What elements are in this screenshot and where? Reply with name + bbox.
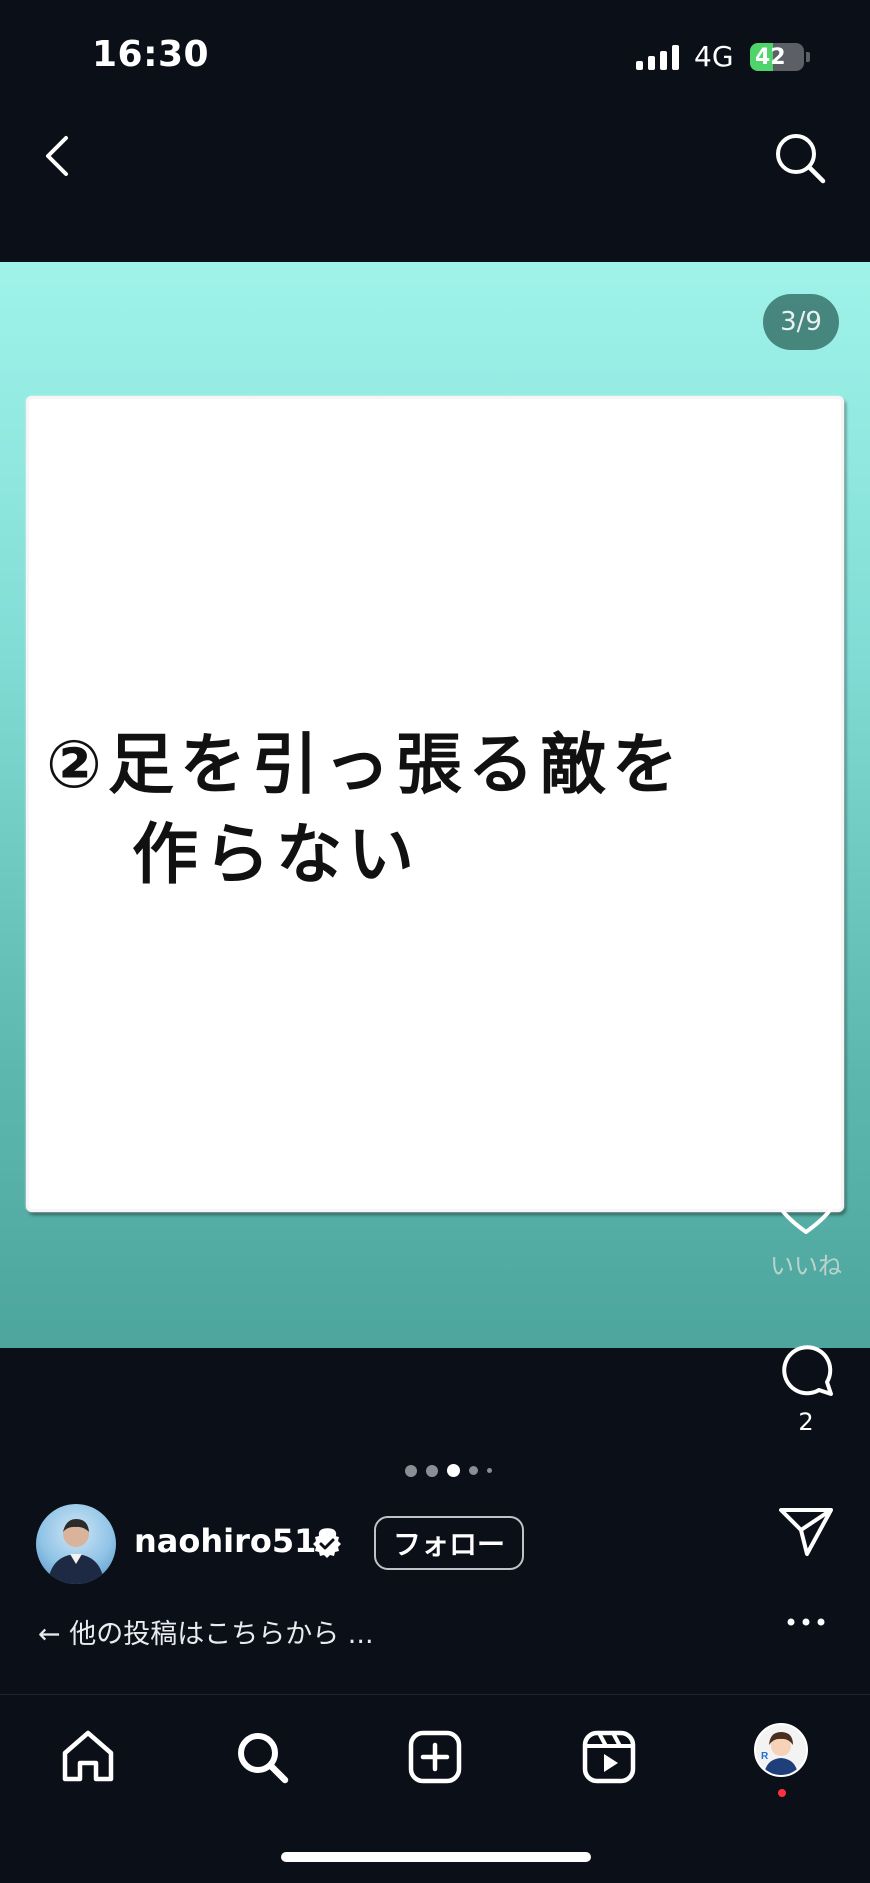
carousel-dot [487, 1468, 492, 1473]
battery-icon: 42 [750, 43, 804, 71]
nav-reels[interactable] [579, 1727, 639, 1787]
home-indicator[interactable] [281, 1852, 591, 1862]
carousel-dot [405, 1464, 417, 1477]
post-caption[interactable]: ← 他の投稿はこちらから ... [38, 1612, 374, 1651]
search-icon [238, 1733, 289, 1784]
slide-counter: 3/9 [763, 294, 839, 350]
like-button[interactable]: いいね [764, 1178, 848, 1281]
nav-profile-avatar[interactable]: R [754, 1723, 808, 1777]
send-icon [779, 1508, 833, 1556]
network-type: 4G [694, 40, 734, 73]
signal-icon [636, 44, 679, 70]
battery-nub [806, 52, 810, 62]
follow-button[interactable]: フォロー [374, 1516, 524, 1570]
battery-percent: 42 [755, 44, 786, 70]
carousel-dot [469, 1466, 478, 1475]
nav-search[interactable] [232, 1727, 292, 1787]
carousel-dots [405, 1464, 492, 1477]
author-username[interactable]: naohiro518 [134, 1522, 339, 1560]
profile-avatar-illustration: R [761, 1732, 798, 1775]
carousel-dot-active [447, 1464, 460, 1477]
reels-icon [582, 1730, 636, 1784]
comment-button[interactable]: 2 [764, 1340, 848, 1436]
heart-icon [775, 1179, 837, 1234]
svg-text:R: R [761, 1751, 769, 1762]
like-label: いいね [770, 1252, 842, 1280]
comment-icon [782, 1345, 833, 1396]
home-icon [62, 1730, 114, 1782]
back-button[interactable] [32, 130, 84, 182]
avatar-photo [48, 1519, 104, 1584]
notification-dot [778, 1789, 786, 1797]
nav-home[interactable] [58, 1727, 118, 1787]
verified-badge-icon [312, 1529, 342, 1559]
carousel-dot [426, 1464, 438, 1477]
more-button[interactable] [764, 1612, 848, 1632]
comment-count: 2 [798, 1408, 814, 1436]
create-icon [408, 1730, 462, 1784]
post-card-line-2: 作らない [132, 816, 420, 893]
status-time: 16:30 [92, 34, 210, 75]
chevron-left-icon [46, 136, 68, 176]
nav-create[interactable] [405, 1727, 465, 1787]
search-icon [776, 134, 826, 184]
post-card-line-1: ②足を引っ張る敵を [46, 726, 684, 803]
share-button[interactable] [764, 1504, 848, 1558]
search-button[interactable] [772, 130, 828, 186]
post-card-text: ②足を引っ張る敵を 作らない [46, 720, 746, 900]
author-avatar[interactable] [36, 1504, 116, 1584]
more-icon [787, 1618, 825, 1626]
